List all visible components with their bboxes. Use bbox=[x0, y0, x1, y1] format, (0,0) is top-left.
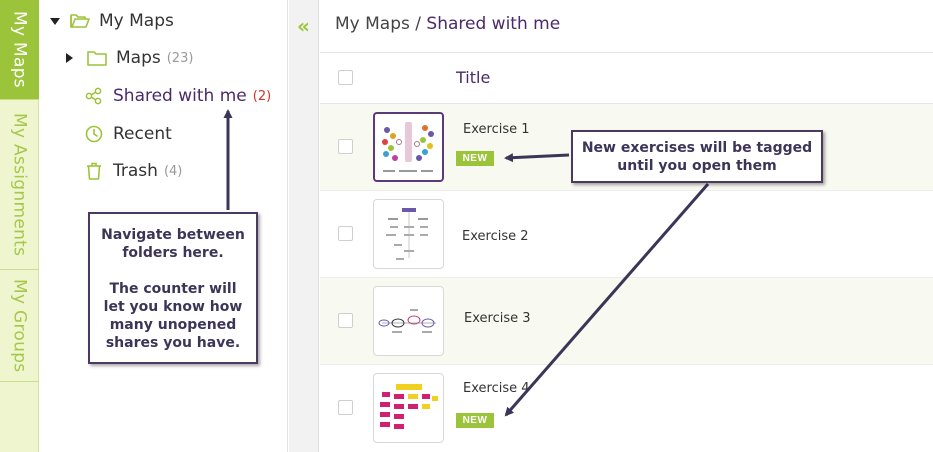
row-checkbox[interactable] bbox=[338, 313, 353, 328]
exercise-title[interactable]: Exercise 4 bbox=[463, 381, 530, 396]
row-checkbox[interactable] bbox=[338, 226, 353, 241]
trash-count: (4) bbox=[163, 163, 183, 179]
row-checkbox[interactable] bbox=[338, 139, 353, 154]
trash-icon bbox=[84, 161, 104, 181]
breadcrumb-separator: / bbox=[409, 14, 427, 34]
map-thumbnail[interactable] bbox=[373, 373, 444, 443]
collapse-gutter: « bbox=[289, 0, 319, 452]
caret-right-icon[interactable] bbox=[66, 53, 73, 63]
tree-item-shared-with-me[interactable]: Shared with me (2) bbox=[84, 86, 271, 106]
title-column-header[interactable]: Title bbox=[456, 68, 490, 87]
tab-my-groups[interactable]: My Groups bbox=[0, 270, 39, 382]
maps-count: (23) bbox=[166, 50, 194, 66]
tab-my-maps[interactable]: My Maps bbox=[0, 0, 39, 100]
tree-item-my-maps[interactable]: My Maps bbox=[50, 11, 174, 31]
share-icon bbox=[84, 86, 104, 106]
breadcrumb-root[interactable]: My Maps bbox=[335, 14, 410, 34]
new-badge: NEW bbox=[456, 151, 494, 166]
new-badge: NEW bbox=[456, 413, 494, 428]
callout-navigate-folders: Navigate between folders here. The count… bbox=[88, 212, 258, 364]
collapse-sidebar-icon[interactable]: « bbox=[297, 14, 310, 38]
unopened-shares-counter: (2) bbox=[252, 88, 272, 104]
table-row[interactable]: Exercise 4 NEW bbox=[320, 365, 933, 452]
tree-label: Maps bbox=[116, 48, 161, 68]
map-thumbnail[interactable] bbox=[373, 199, 444, 269]
table-row[interactable]: Exercise 2 bbox=[320, 191, 933, 278]
tree-item-maps[interactable]: Maps (23) bbox=[66, 48, 193, 68]
table-header: Title bbox=[320, 52, 933, 104]
folder-icon bbox=[87, 48, 107, 68]
map-thumbnail[interactable] bbox=[373, 286, 444, 356]
tree-label: Shared with me bbox=[113, 86, 247, 106]
tab-my-assignments[interactable]: My Assignments bbox=[0, 100, 39, 270]
exercise-title[interactable]: Exercise 3 bbox=[464, 311, 531, 326]
tree-label: Trash bbox=[113, 161, 158, 181]
select-all-checkbox[interactable] bbox=[338, 70, 353, 85]
exercise-title[interactable]: Exercise 1 bbox=[463, 122, 530, 137]
tab-label: My Groups bbox=[9, 278, 30, 373]
callout-new-exercises: New exercises will be tagged until you o… bbox=[571, 130, 823, 183]
tab-label: My Assignments bbox=[9, 112, 30, 257]
main-panel: My Maps / Shared with me Title Exercise … bbox=[320, 0, 933, 452]
tree-item-trash[interactable]: Trash (4) bbox=[84, 161, 182, 181]
map-thumbnail[interactable] bbox=[373, 112, 444, 182]
row-checkbox[interactable] bbox=[338, 400, 353, 415]
caret-down-icon[interactable] bbox=[50, 17, 60, 25]
breadcrumb-current: Shared with me bbox=[426, 14, 561, 34]
tree-item-recent[interactable]: Recent bbox=[84, 124, 172, 144]
vertical-tab-bar: My Maps My Assignments My Groups bbox=[0, 0, 39, 452]
exercise-title[interactable]: Exercise 2 bbox=[462, 229, 529, 244]
table-row[interactable]: Exercise 3 bbox=[320, 278, 933, 365]
breadcrumb: My Maps / Shared with me bbox=[335, 14, 560, 34]
clock-icon bbox=[84, 124, 104, 144]
folder-open-icon bbox=[70, 11, 90, 31]
tab-label: My Maps bbox=[9, 11, 30, 88]
tree-label: Recent bbox=[113, 124, 172, 144]
tree-label: My Maps bbox=[99, 11, 174, 31]
